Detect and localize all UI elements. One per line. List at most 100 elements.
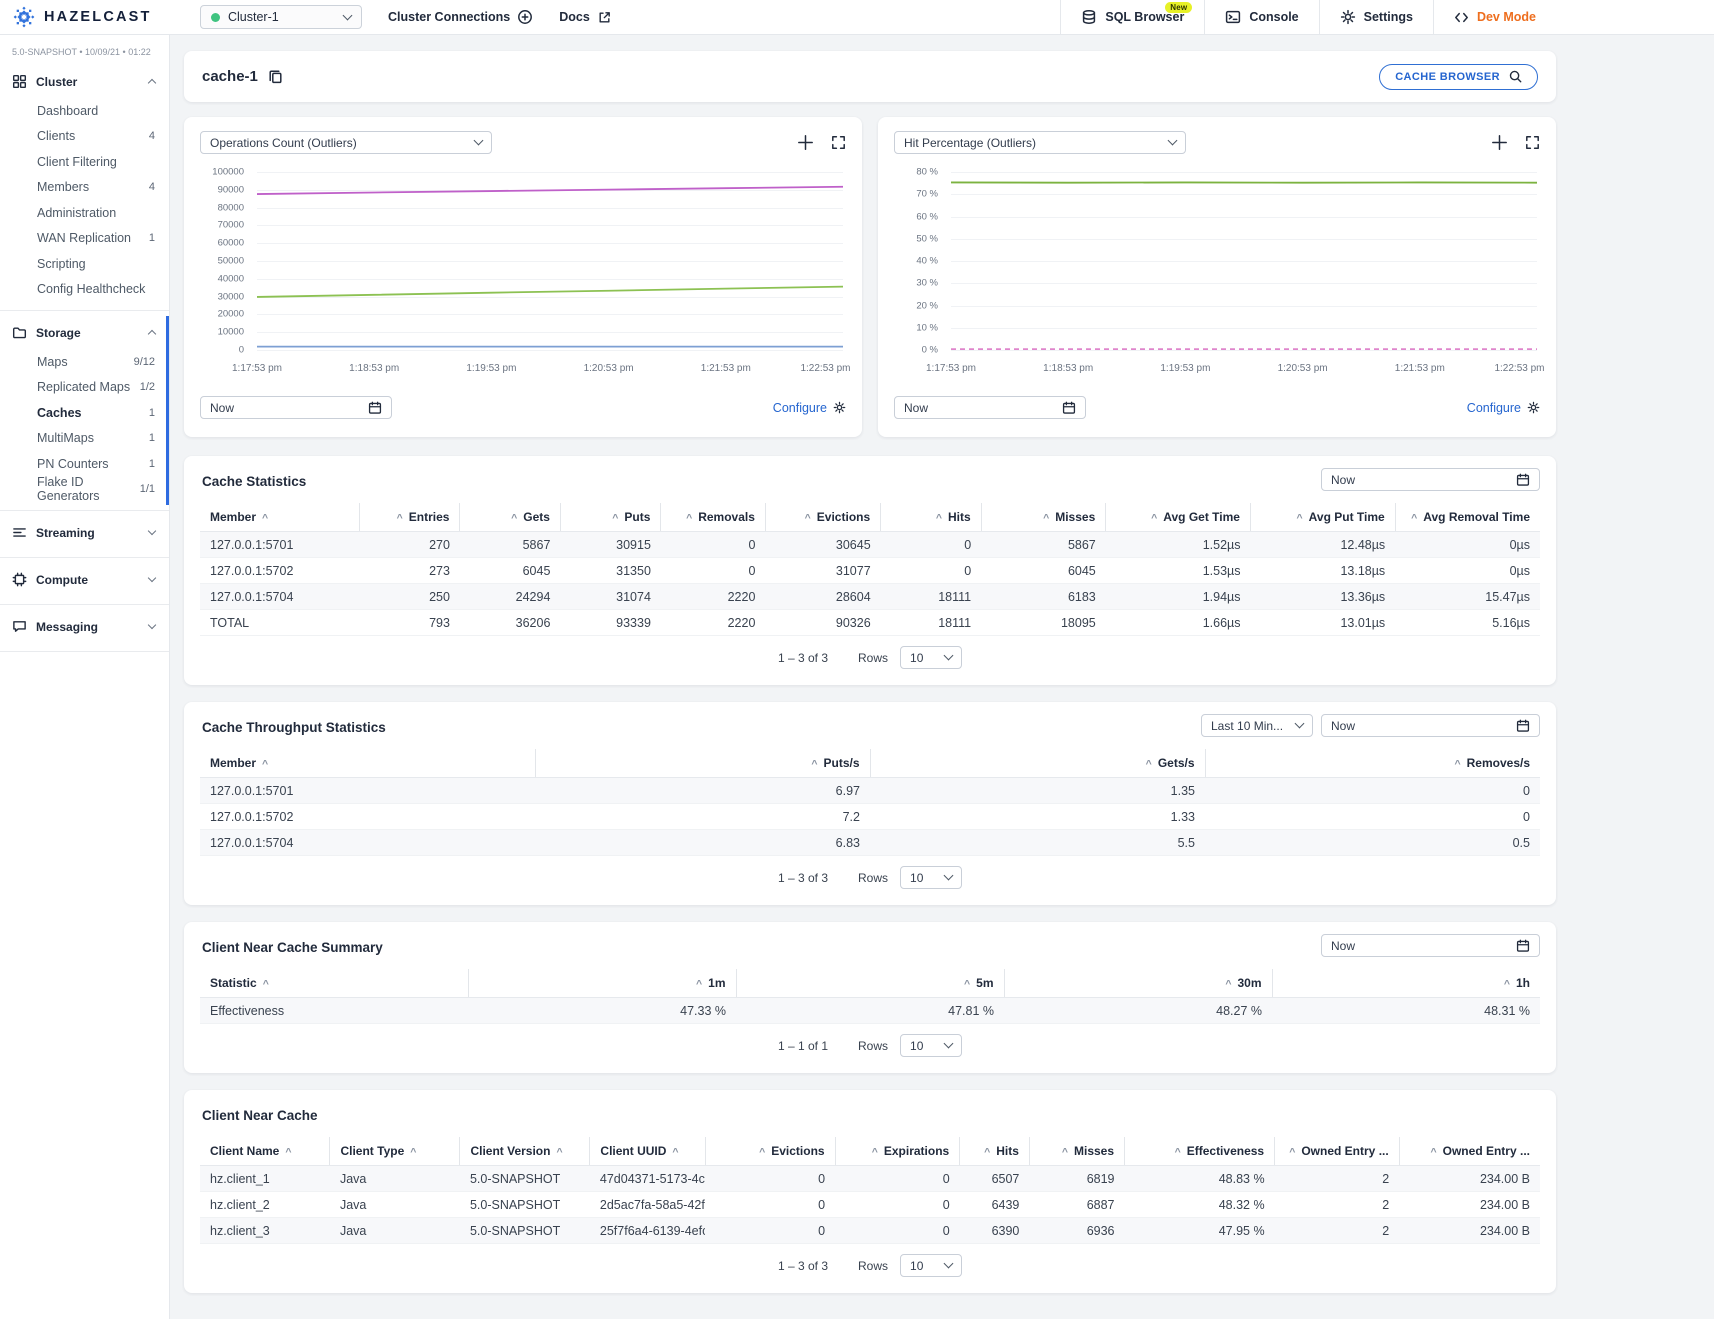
sidebar-item-config-healthcheck[interactable]: Config Healthcheck (0, 277, 169, 303)
column-header-statistic[interactable]: Statistic^ (200, 969, 468, 998)
sql-browser-button[interactable]: New SQL Browser (1060, 0, 1204, 34)
sidebar-item-replicated-maps[interactable]: Replicated Maps1/2 (0, 375, 169, 401)
sidebar-item-pn-counters[interactable]: PN Counters1 (0, 451, 169, 477)
cluster-select[interactable]: Cluster-1 (200, 5, 362, 29)
column-header-misses[interactable]: ^Misses (1029, 1137, 1124, 1166)
docs-link[interactable]: Docs (559, 10, 612, 25)
add-chart-icon[interactable] (797, 134, 814, 151)
column-header-puts[interactable]: ^Puts (560, 503, 660, 532)
table-row[interactable]: 127.0.0.1:57027.21.330 (200, 804, 1540, 830)
column-label: Removes/s (1467, 756, 1530, 770)
sidebar-item-multimaps[interactable]: MultiMaps1 (0, 426, 169, 452)
sidebar-item-flake-id-generators[interactable]: Flake ID Generators1/1 (0, 477, 169, 503)
rows-per-page-select[interactable]: 10 (900, 1254, 962, 1277)
sidebar-section-header-storage[interactable]: Storage (0, 316, 169, 349)
column-header-avg-removal-time[interactable]: ^Avg Removal Time (1395, 503, 1540, 532)
cluster-connections-link[interactable]: Cluster Connections (388, 9, 533, 25)
settings-button[interactable]: Settings (1319, 0, 1433, 34)
rows-per-page-select[interactable]: 10 (900, 646, 962, 669)
sidebar-item-members[interactable]: Members4 (0, 175, 169, 201)
column-header-gets-s[interactable]: ^Gets/s (870, 749, 1205, 778)
column-header-evictions[interactable]: ^Evictions (765, 503, 880, 532)
sidebar-item-caches[interactable]: Caches1 (0, 400, 169, 426)
table-row[interactable]: 127.0.0.1:57016.971.350 (200, 778, 1540, 804)
configure-link[interactable]: Configure (1467, 401, 1540, 415)
table-row[interactable]: 127.0.0.1:5701270586730915030645058671.5… (200, 532, 1540, 558)
cache-browser-button[interactable]: CACHE BROWSER (1379, 64, 1538, 90)
table-row[interactable]: Effectiveness47.33 %47.81 %48.27 %48.31 … (200, 998, 1540, 1024)
table-pagination: 1 – 3 of 3 Rows 10 (200, 1244, 1540, 1285)
sidebar-section-header-messaging[interactable]: Messaging (0, 610, 169, 643)
copy-icon[interactable] (268, 69, 283, 84)
fullscreen-icon[interactable] (831, 135, 846, 150)
column-header-hits[interactable]: ^Hits (881, 503, 981, 532)
column-header-owned-entry[interactable]: ^Owned Entry ... (1275, 1137, 1400, 1166)
sidebar-item-wan-replication[interactable]: WAN Replication1 (0, 226, 169, 252)
table-row[interactable]: 127.0.0.1:570425024294310742220286041811… (200, 584, 1540, 610)
column-header-misses[interactable]: ^Misses (981, 503, 1106, 532)
period-select[interactable]: Last 10 Min... (1201, 714, 1313, 737)
column-header-expirations[interactable]: ^Expirations (835, 1137, 960, 1166)
column-header-gets[interactable]: ^Gets (460, 503, 560, 532)
configure-link[interactable]: Configure (773, 401, 846, 415)
column-header-30m[interactable]: ^30m (1004, 969, 1272, 998)
top-bar: HAZELCAST Cluster-1 Cluster Connections … (0, 0, 1714, 35)
column-header-5m[interactable]: ^5m (736, 969, 1004, 998)
column-header-1h[interactable]: ^1h (1272, 969, 1540, 998)
time-picker[interactable]: Now (894, 396, 1086, 419)
table-row[interactable]: TOTAL793362069333922209032618111180951.6… (200, 610, 1540, 636)
time-picker[interactable]: Now (1321, 714, 1540, 737)
column-header-avg-put-time[interactable]: ^Avg Put Time (1250, 503, 1395, 532)
table-row[interactable]: 127.0.0.1:5702273604531350031077060451.5… (200, 558, 1540, 584)
sidebar-item-administration[interactable]: Administration (0, 200, 169, 226)
time-picker[interactable]: Now (1321, 934, 1540, 957)
sidebar-item-client-filtering[interactable]: Client Filtering (0, 149, 169, 175)
time-picker[interactable]: Now (200, 396, 392, 419)
rows-per-page-select[interactable]: 10 (900, 1034, 962, 1057)
table-row[interactable]: hz.client_1Java5.0-SNAPSHOT47d04371-5173… (200, 1166, 1540, 1192)
y-tick-label: 100000 (212, 167, 244, 177)
column-header-member[interactable]: Member^ (200, 503, 359, 532)
column-header-client-uuid[interactable]: Client UUID^ (590, 1137, 705, 1166)
y-tick-label: 20 % (916, 301, 938, 311)
column-header-client-version[interactable]: Client Version^ (460, 1137, 590, 1166)
column-header-removes-s[interactable]: ^Removes/s (1205, 749, 1540, 778)
metric-select[interactable]: Operations Count (Outliers) (200, 131, 492, 154)
table-row[interactable]: 127.0.0.1:57046.835.50.5 (200, 830, 1540, 856)
sidebar-section-header-streaming[interactable]: Streaming (0, 516, 169, 549)
column-header-puts-s[interactable]: ^Puts/s (535, 749, 870, 778)
column-header-entries[interactable]: ^Entries (359, 503, 459, 532)
time-picker[interactable]: Now (1321, 468, 1540, 491)
sidebar-item-clients[interactable]: Clients4 (0, 124, 169, 150)
table-row[interactable]: hz.client_3Java5.0-SNAPSHOT25f7f6a4-6139… (200, 1218, 1540, 1244)
chart-line (257, 187, 843, 194)
hit-percentage-panel: Hit Percentage (Outliers) 80 %70 %60 %50… (878, 117, 1556, 437)
column-header-evictions[interactable]: ^Evictions (705, 1137, 835, 1166)
column-header-removals[interactable]: ^Removals (661, 503, 766, 532)
column-header-member[interactable]: Member^ (200, 749, 535, 778)
table-header-row: Member^^Entries^Gets^Puts^Removals^Evict… (200, 503, 1540, 532)
column-header-client-name[interactable]: Client Name^ (200, 1137, 330, 1166)
table-row[interactable]: hz.client_2Java5.0-SNAPSHOT2d5ac7fa-58a5… (200, 1192, 1540, 1218)
hazelcast-logo[interactable]: HAZELCAST (0, 5, 170, 29)
add-chart-icon[interactable] (1491, 134, 1508, 151)
rows-per-page-select[interactable]: 10 (900, 866, 962, 889)
sidebar-item-scripting[interactable]: Scripting (0, 251, 169, 277)
table-cell: 2d5ac7fa-58a5-42f0-ac9 (590, 1192, 705, 1218)
column-header-1m[interactable]: ^1m (468, 969, 736, 998)
column-header-hits[interactable]: ^Hits (960, 1137, 1030, 1166)
metric-select[interactable]: Hit Percentage (Outliers) (894, 131, 1186, 154)
sidebar-item-maps[interactable]: Maps9/12 (0, 349, 169, 375)
dev-mode-button[interactable]: Dev Mode (1433, 0, 1556, 34)
table-cell: 0 (1205, 804, 1540, 830)
column-header-avg-get-time[interactable]: ^Avg Get Time (1106, 503, 1251, 532)
fullscreen-icon[interactable] (1525, 135, 1540, 150)
console-button[interactable]: Console (1204, 0, 1318, 34)
column-header-effectiveness[interactable]: ^Effectiveness (1125, 1137, 1275, 1166)
sidebar-section-header-cluster[interactable]: Cluster (0, 65, 169, 98)
sidebar-item-dashboard[interactable]: Dashboard (0, 98, 169, 124)
chevron-down-icon (944, 651, 954, 661)
column-header-owned-entry[interactable]: ^Owned Entry ... (1399, 1137, 1540, 1166)
column-header-client-type[interactable]: Client Type^ (330, 1137, 460, 1166)
sidebar-section-header-compute[interactable]: Compute (0, 563, 169, 596)
